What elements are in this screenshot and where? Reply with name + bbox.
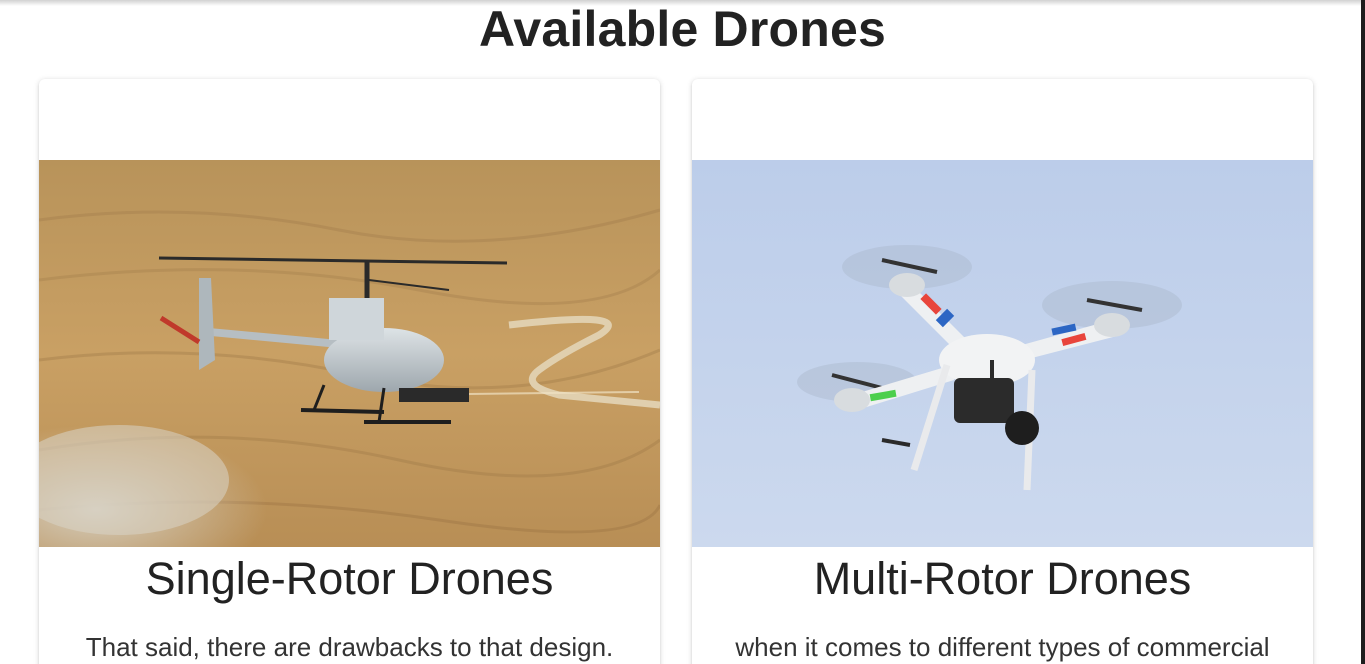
window-edge-scrollbar[interactable] [1361,0,1365,664]
drone-card-multi-rotor[interactable]: Multi-Rotor Drones when it comes to diff… [692,79,1313,664]
page-title: Available Drones [478,1,887,57]
single-rotor-description: That said, there are drawbacks to that d… [85,632,614,662]
drone-card-single-rotor[interactable]: Single-Rotor Drones That said, there are… [39,79,660,664]
single-rotor-title: Single-Rotor Drones [145,553,554,604]
multi-rotor-description: when it comes to different types of comm… [735,632,1270,662]
multi-rotor-title: Multi-Rotor Drones [813,553,1192,604]
single-rotor-drone-image [39,160,660,547]
multi-rotor-drone-image [692,160,1313,547]
page: Available Drones Single-Rotor Drones Tha… [0,0,1365,664]
